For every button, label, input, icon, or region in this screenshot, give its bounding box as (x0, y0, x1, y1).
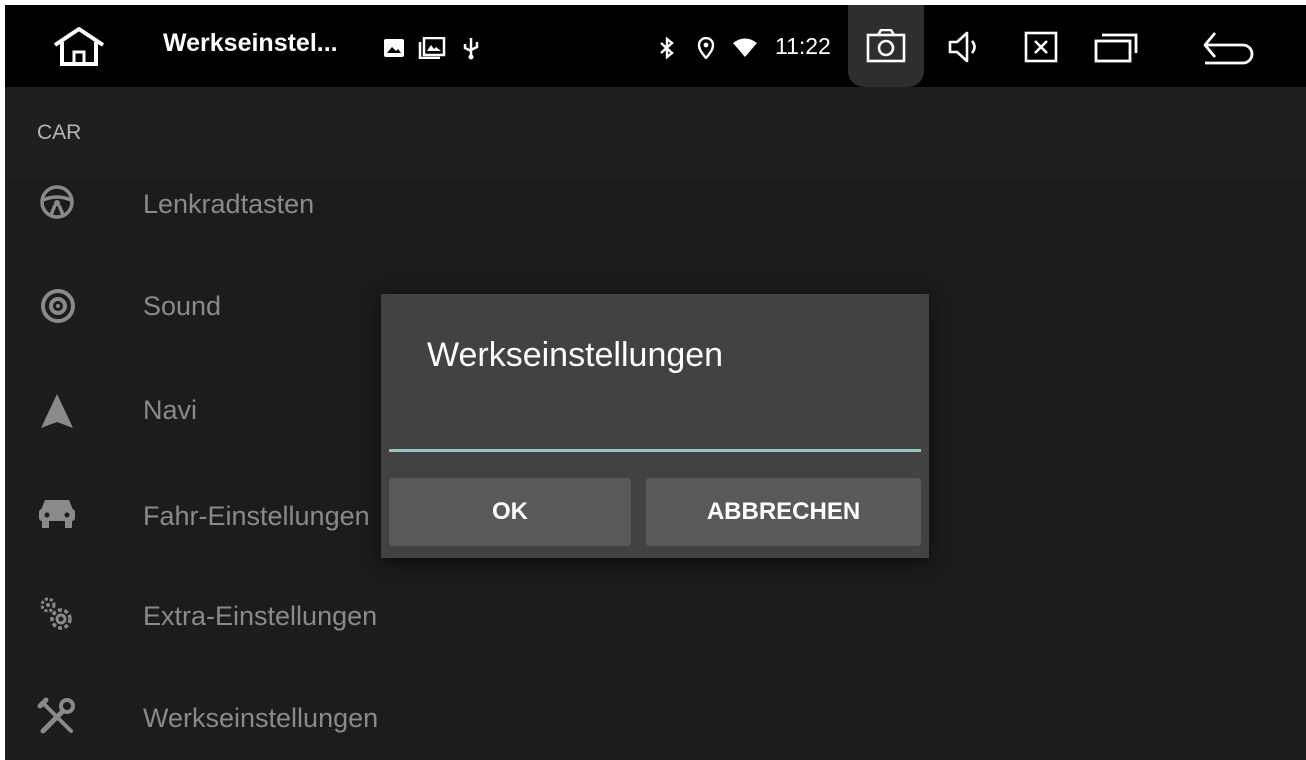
volume-button[interactable] (941, 27, 989, 67)
close-app-button[interactable] (1017, 27, 1065, 67)
speaker-icon (35, 284, 79, 328)
app-title: Werkseinstel... (163, 29, 338, 57)
password-input[interactable] (389, 409, 921, 452)
location-icon (695, 37, 717, 59)
usb-icon (460, 37, 482, 60)
cancel-button[interactable]: ABBRECHEN (646, 478, 921, 546)
wifi-icon (732, 37, 758, 59)
volume-icon (948, 31, 976, 63)
section-title: CAR (37, 121, 82, 144)
list-item-label: Fahr-Einstellungen (143, 501, 370, 531)
back-button[interactable] (1195, 27, 1263, 67)
home-icon (53, 27, 105, 66)
screenshot-button[interactable] (848, 5, 924, 87)
status-bar: Werkseinstel... 11:22 (5, 5, 1306, 87)
ok-button[interactable]: OK (389, 478, 631, 546)
tools-icon (35, 695, 79, 739)
navigation-arrow-icon (35, 389, 79, 433)
home-button[interactable] (49, 25, 109, 69)
close-app-icon (1024, 31, 1058, 63)
clock: 11:22 (775, 33, 831, 59)
bluetooth-icon (657, 37, 677, 59)
recent-apps-icon (1094, 33, 1138, 63)
dialog-title: Werkseinstellungen (427, 336, 724, 374)
list-item-lenkradtasten[interactable]: Lenkradtasten (5, 179, 1306, 279)
image-icon (382, 37, 406, 59)
camera-icon (866, 29, 906, 63)
list-item-label: Werkseinstellungen (143, 703, 379, 733)
car-icon (35, 491, 79, 535)
screen: Werkseinstel... 11:22 CAR Lenkradtasten … (5, 5, 1306, 760)
gallery-icon (418, 37, 446, 59)
gears-icon (35, 593, 79, 637)
list-item-label: Lenkradtasten (143, 189, 315, 219)
list-item-werkseinstellungen[interactable]: Werkseinstellungen (5, 679, 1306, 760)
list-item-extra-einstellungen[interactable]: Extra-Einstellungen (5, 579, 1306, 679)
list-item-label: Navi (143, 395, 198, 425)
recent-apps-button[interactable] (1092, 27, 1140, 67)
factory-settings-dialog: Werkseinstellungen OK ABBRECHEN (381, 294, 929, 558)
list-item-label: Sound (143, 291, 222, 321)
steering-wheel-icon (35, 180, 79, 224)
section-header: CAR (5, 87, 1306, 179)
back-icon (1203, 32, 1254, 65)
list-item-label: Extra-Einstellungen (143, 601, 378, 631)
